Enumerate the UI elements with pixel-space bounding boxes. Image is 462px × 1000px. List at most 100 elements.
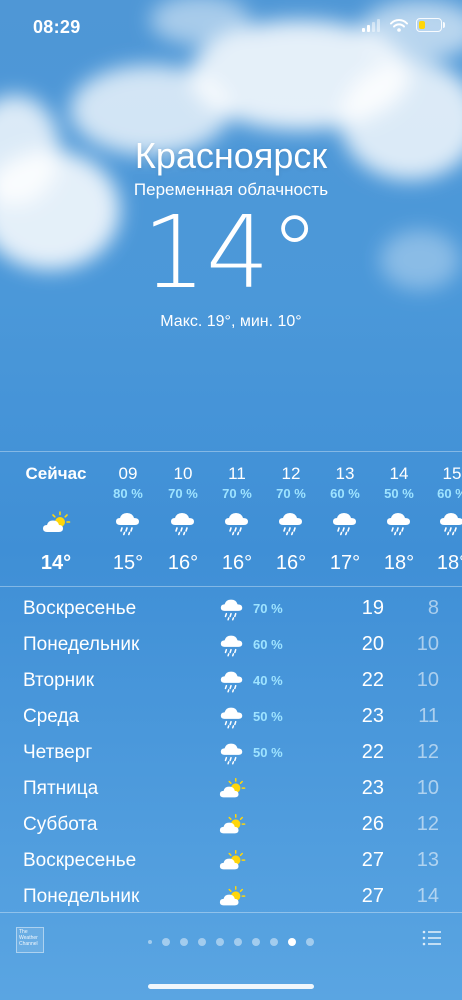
hourly-item: Сейчас 14° — [24, 455, 88, 575]
partly-sunny-icon — [219, 885, 246, 906]
day-icon — [218, 776, 246, 802]
hour-temperature: 14° — [40, 552, 72, 574]
day-min-temp: 11 — [418, 705, 439, 727]
hour-precipitation — [24, 486, 88, 504]
day-name: Четверг — [23, 742, 93, 763]
page-dot[interactable] — [234, 937, 242, 946]
hour-time: Сейчас — [25, 464, 87, 483]
divider — [0, 586, 462, 587]
day-min-temp: 10 — [416, 669, 439, 691]
day-icon — [218, 812, 246, 838]
page-dot[interactable] — [306, 937, 314, 946]
rain-cloud-icon — [225, 513, 248, 536]
day-name: Вторник — [23, 670, 95, 691]
daily-row: Понедельник 60 % 20 10 — [0, 627, 462, 663]
home-indicator[interactable] — [148, 984, 314, 989]
page-dot[interactable] — [288, 937, 296, 946]
hour-temperature: 18° — [436, 552, 462, 574]
hour-precipitation: 60 % — [437, 486, 462, 501]
daily-row: Вторник 40 % 22 10 — [0, 663, 462, 699]
daily-row: Пятница 23 10 — [0, 771, 462, 807]
rain-cloud-icon — [279, 513, 302, 536]
hour-icon — [384, 510, 414, 536]
battery-level — [419, 21, 425, 29]
day-name: Суббота — [23, 814, 98, 835]
footer-toolbar: The Weather Channel — [0, 913, 462, 1000]
day-max-temp: 22 — [361, 669, 384, 691]
current-temperature: 14° — [142, 194, 320, 311]
high-low-temperature: Макс. 19°, мин. 10° — [160, 313, 302, 330]
day-icon — [218, 632, 246, 658]
day-icon — [218, 704, 246, 730]
day-max-temp: 22 — [361, 741, 384, 763]
partly-sunny-icon — [43, 511, 71, 532]
daily-row: Суббота 26 12 — [0, 807, 462, 843]
page-indicator[interactable] — [0, 933, 462, 951]
rain-cloud-icon — [220, 599, 243, 621]
daily-row: Четверг 50 % 22 12 — [0, 735, 462, 771]
location-page-dot[interactable] — [148, 939, 152, 944]
hour-icon — [168, 510, 198, 536]
daily-forecast[interactable]: Воскресенье 70 % 19 8 Понедельник 60 % 20 10 Вто… — [0, 591, 462, 915]
partly-sunny-icon — [219, 777, 246, 798]
day-icon — [218, 668, 246, 694]
rain-cloud-icon — [220, 671, 243, 693]
partly-sunny-icon — [219, 849, 246, 870]
day-max-temp: 23 — [361, 777, 384, 799]
status-icons — [362, 18, 445, 32]
hour-icon — [276, 510, 306, 536]
day-max-temp: 27 — [361, 885, 384, 907]
day-max-temp: 19 — [361, 597, 384, 619]
hour-icon — [222, 510, 252, 536]
daily-row: Понедельник 27 14 — [0, 879, 462, 915]
daily-row: Среда 50 % 23 11 — [0, 699, 462, 735]
day-precipitation: 40 % — [253, 673, 283, 688]
day-name: Понедельник — [23, 634, 140, 655]
wifi-icon — [390, 18, 408, 32]
hour-icon — [113, 510, 143, 536]
hour-icon — [330, 510, 360, 536]
day-min-temp: 12 — [416, 813, 439, 835]
day-max-temp: 20 — [361, 633, 384, 655]
rain-cloud-icon — [220, 743, 243, 765]
rain-cloud-icon — [220, 635, 243, 657]
list-icon[interactable] — [422, 930, 442, 946]
rain-cloud-icon — [116, 513, 139, 536]
status-bar: 08:29 — [0, 0, 462, 52]
status-time: 08:29 — [33, 17, 81, 37]
day-precipitation: 50 % — [253, 709, 283, 724]
page-dot[interactable] — [270, 937, 278, 946]
rain-cloud-icon — [333, 513, 356, 536]
page-dot[interactable] — [216, 937, 224, 946]
day-name: Понедельник — [23, 886, 140, 907]
day-precipitation: 50 % — [253, 745, 283, 760]
hourly-item: 15 60 % 18° — [420, 455, 462, 575]
day-min-temp: 10 — [416, 777, 439, 799]
rain-cloud-icon — [220, 707, 243, 729]
divider — [0, 451, 462, 452]
daily-row: Воскресенье 70 % 19 8 — [0, 591, 462, 627]
day-precipitation: 70 % — [253, 601, 283, 616]
battery-icon — [416, 18, 445, 32]
rain-cloud-icon — [171, 513, 194, 536]
hour-time: 15 — [442, 464, 462, 483]
rain-cloud-icon — [440, 513, 462, 536]
page-dot[interactable] — [180, 937, 188, 946]
hourly-forecast[interactable]: Сейчас 14° 09 80 % 15° 10 70 % 16° 11 70 % 16° 12 70… — [0, 455, 462, 585]
page-dot[interactable] — [162, 937, 170, 946]
day-icon — [218, 740, 246, 766]
day-min-temp: 8 — [427, 597, 439, 619]
day-precipitation: 60 % — [253, 637, 283, 652]
rain-cloud-icon — [387, 513, 410, 536]
page-dot[interactable] — [252, 937, 260, 946]
page-dot[interactable] — [198, 937, 206, 946]
day-name: Пятница — [23, 778, 99, 799]
partly-sunny-icon — [219, 813, 246, 834]
city-name: Красноярск — [134, 135, 328, 176]
day-name: Воскресенье — [23, 850, 137, 871]
hour-icon — [437, 510, 462, 536]
day-name: Среда — [23, 706, 80, 727]
cellular-signal-icon — [362, 18, 380, 32]
day-min-temp: 12 — [416, 741, 439, 763]
daily-row: Воскресенье 27 13 — [0, 843, 462, 879]
